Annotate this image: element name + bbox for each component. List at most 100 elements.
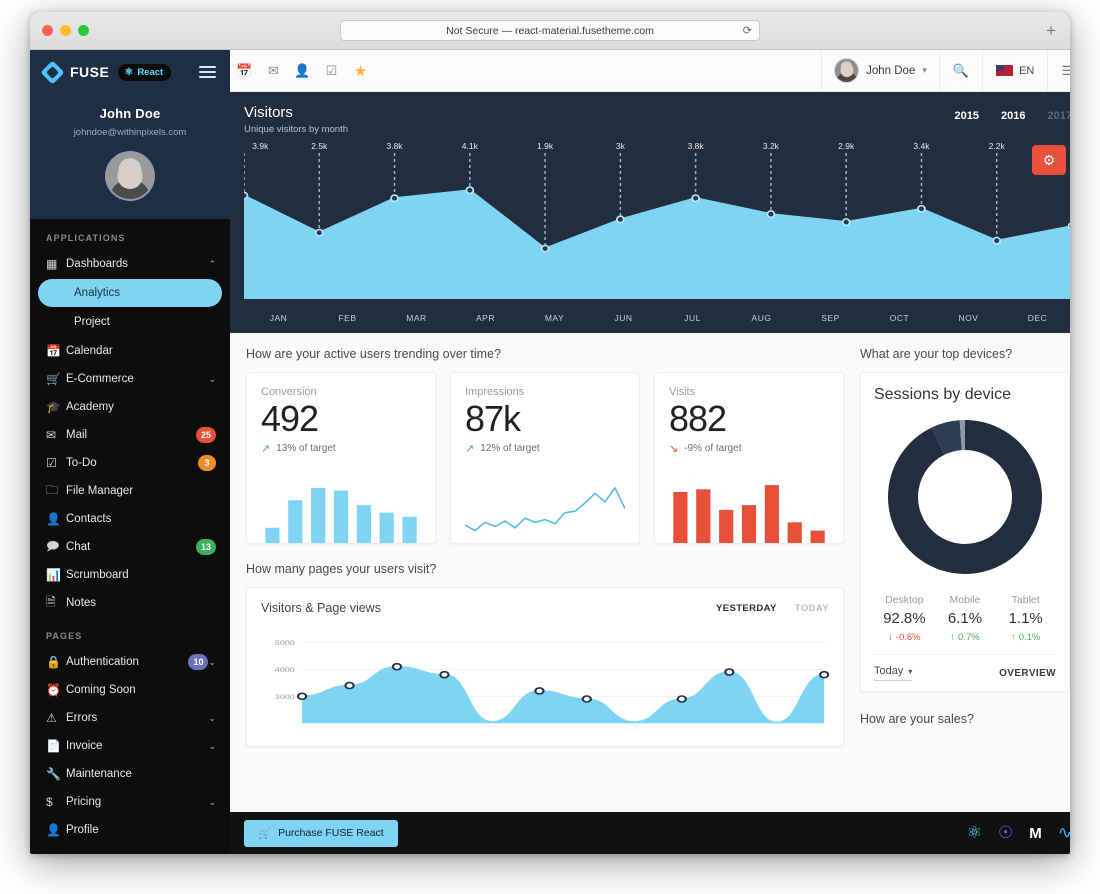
purchase-label: Purchase FUSE React — [278, 827, 384, 839]
status-badge: 13 — [195, 539, 216, 555]
year-tab-2017[interactable]: 2017 — [1048, 110, 1070, 122]
trend-down-icon: ↘ — [669, 443, 679, 456]
month-label: JUL — [684, 313, 701, 323]
device-name: Tablet — [1011, 594, 1040, 606]
mail-icon[interactable]: ✉ — [259, 63, 288, 79]
minimize-window-button[interactable] — [60, 25, 71, 36]
stat-label: Conversion — [261, 386, 317, 398]
star-icon[interactable]: ★ — [346, 62, 375, 80]
sidebar-item-chat[interactable]: 🗩 Chat 13 — [30, 533, 230, 561]
sidebar-item-label: Mail — [66, 429, 88, 441]
window-controls[interactable] — [42, 25, 89, 36]
date-range-select[interactable]: Today ▾ — [874, 665, 913, 681]
sidebar-item-mail[interactable]: ✉ Mail 25 — [30, 421, 230, 449]
chat-icon: 🗩 — [46, 538, 60, 553]
sidebar-avatar[interactable] — [105, 151, 155, 201]
sidebar-item-notes[interactable]: 🗎 Notes — [30, 589, 230, 617]
year-tab-2015[interactable]: 2015 — [955, 110, 979, 122]
sessions-by-device-card: Sessions by device Desktop 92.8% ↓ -0.6% Mob… — [860, 372, 1070, 692]
sidebar-header: FUSE ⚛ React John Doe johndoe@withinpixe… — [30, 50, 230, 219]
sidebar-subitem-analytics[interactable]: Analytics — [38, 279, 222, 307]
sidebar-item-label: Profile — [66, 824, 99, 836]
sidebar-subitem-label: Project — [74, 316, 110, 328]
svg-text:4000: 4000 — [275, 666, 296, 673]
chevron-down-icon: ⌄ — [208, 712, 216, 723]
stat-trend-label: 13% of target — [276, 443, 336, 455]
reload-icon[interactable]: ⟳ — [743, 24, 752, 37]
sidebar-item-authentication[interactable]: 🔒 Authentication 10 ⌄ — [30, 648, 230, 676]
contacts-icon[interactable]: 👤 — [288, 63, 317, 79]
device-breakdown: Desktop 92.8% ↓ -0.6% Mobile 6.1% ↑ 0.7% Tablet 1… — [874, 594, 1056, 643]
visitors-point-label: 3.4k — [913, 141, 930, 151]
avatar — [834, 58, 860, 83]
sessions-donut-chart — [888, 420, 1042, 574]
sidebar-item-errors[interactable]: ⚠ Errors ⌄ — [30, 704, 230, 732]
sidebar-menu[interactable]: APPLICATIONS ▦ Dashboards ⌃ Analytics Project… — [30, 219, 230, 854]
overview-button[interactable]: OVERVIEW — [999, 668, 1056, 679]
calendar-icon[interactable]: 📅 — [230, 63, 259, 79]
sidebar-item-invoice[interactable]: 📄 Invoice ⌄ — [30, 732, 230, 760]
sidebar-item-coming-soon[interactable]: ⏰ Coming Soon — [30, 676, 230, 704]
stat-trend: ↗ 13% of target — [261, 442, 421, 455]
status-badge: 3 — [198, 455, 216, 471]
stat-value: 87k — [465, 398, 521, 439]
page-title: Visitors — [244, 104, 293, 121]
sidebar-item-file-manager[interactable]: 🗀 File Manager — [30, 477, 230, 505]
sidebar-item-academy[interactable]: 🎓 Academy — [30, 393, 230, 421]
device-name: Desktop — [885, 594, 924, 606]
visitors-chart-svg — [244, 153, 1070, 299]
new-tab-button[interactable]: + — [1046, 21, 1056, 41]
year-tabs[interactable]: 2015 2016 2017 — [955, 104, 1070, 122]
address-bar[interactable]: Not Secure — react-material.fusetheme.co… — [340, 20, 760, 41]
sidebar-item-maintenance[interactable]: 🔧 Maintenance — [30, 760, 230, 788]
sidebar-item-scrumboard[interactable]: 📊 Scrumboard — [30, 561, 230, 589]
list-icon[interactable]: ☰ — [1047, 50, 1070, 91]
sidebar-item-e-commerce[interactable]: 🛒 E-Commerce ⌄ — [30, 365, 230, 393]
react-icon[interactable]: ⚛ — [967, 823, 982, 843]
gear-icon[interactable]: ⚙ — [1032, 145, 1066, 175]
sidebar-item-calendar[interactable]: 📅 Calendar — [30, 337, 230, 365]
mail-icon: ✉ — [46, 428, 57, 442]
sidebar-subitem-project[interactable]: Project — [38, 308, 222, 336]
checklist-icon[interactable]: ☑ — [317, 63, 346, 79]
close-window-button[interactable] — [42, 25, 53, 36]
stat-card-impressions: Impressions 87k ↗ 12% of target — [450, 372, 640, 544]
redux-icon[interactable]: ☉ — [998, 823, 1013, 843]
stat-card-conversion: Conversion 492 ↗ 13% of target — [246, 372, 436, 544]
maximize-window-button[interactable] — [78, 25, 89, 36]
donut-chart-wrap — [874, 404, 1056, 586]
language-selector[interactable]: EN — [982, 50, 1047, 91]
sidebar-item-label: Authentication — [66, 656, 139, 668]
left-sidebar: FUSE ⚛ React John Doe johndoe@withinpixe… — [30, 50, 230, 854]
graduation-cap-icon: 🎓 — [46, 400, 61, 414]
pages-card-tabs[interactable]: YESTERDAY TODAY — [716, 603, 829, 614]
sidebar-item-profile[interactable]: 👤 Profile — [30, 816, 230, 844]
trend-up-icon: ↗ — [261, 443, 271, 456]
sidebar-item-label: Dashboards — [66, 258, 129, 270]
month-label: APR — [476, 313, 495, 323]
material-ui-icon[interactable]: M — [1029, 825, 1042, 842]
purchase-fuse-react-button[interactable]: 🛒 Purchase FUSE React — [244, 819, 398, 847]
sidebar-item-dashboards[interactable]: ▦ Dashboards ⌃ — [30, 250, 230, 278]
sidebar-logo-row: FUSE ⚛ React — [30, 50, 230, 94]
arrow-down-icon: ↓ — [888, 632, 893, 643]
pages-tab-today[interactable]: TODAY — [795, 603, 829, 614]
sidebar-item-to-do[interactable]: ☑ To-Do 3 — [30, 449, 230, 477]
sidebar-item-contacts[interactable]: 👤 Contacts — [30, 505, 230, 533]
year-tab-2016[interactable]: 2016 — [1001, 110, 1025, 122]
device-card-footer: Today ▾ OVERVIEW — [874, 654, 1056, 681]
wrench-icon: 🔧 — [46, 767, 61, 781]
sidebar-item-pricing[interactable]: $ Pricing ⌄ — [30, 788, 230, 816]
error-icon: ⚠ — [46, 711, 57, 725]
chevron-down-icon: ⌄ — [208, 373, 216, 384]
device-percent: 1.1% — [1008, 610, 1043, 627]
sidebar-item-label: Calendar — [66, 345, 113, 357]
tailwind-icon[interactable]: ∿ — [1058, 823, 1070, 843]
sidebar-item-label: Invoice — [66, 740, 103, 752]
user-menu-button[interactable]: John Doe ▾ — [821, 50, 939, 91]
device-delta: ↑ 0.7% — [935, 632, 996, 643]
pages-tab-yesterday[interactable]: YESTERDAY — [716, 603, 777, 614]
search-icon[interactable]: 🔍 — [938, 50, 982, 91]
sidebar-item-label: To-Do — [66, 457, 97, 469]
hamburger-icon[interactable] — [199, 66, 216, 78]
